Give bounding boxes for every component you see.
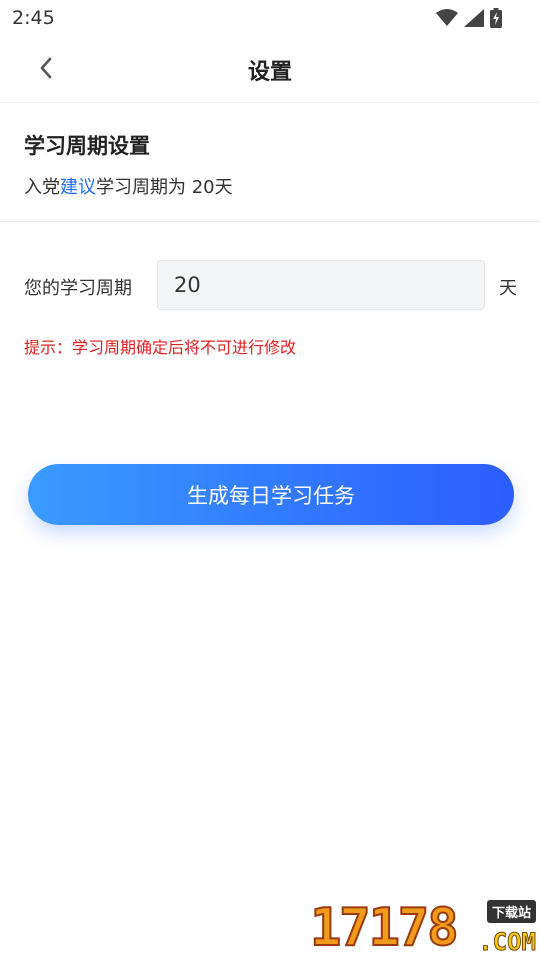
status-icons: [436, 8, 502, 32]
watermark-digits: 17178: [309, 897, 460, 959]
signal-icon: [464, 9, 484, 31]
battery-charging-icon: [490, 8, 502, 32]
desc-prefix: 入党: [24, 177, 60, 198]
suggestion-link[interactable]: 建议: [60, 177, 96, 198]
section-title: 学习周期设置: [24, 134, 150, 158]
status-time: 2:45: [12, 7, 55, 29]
intro-section: 学习周期设置 入党建议学习周期为 20天: [0, 103, 540, 222]
watermark-suffix: .COM: [478, 928, 537, 957]
hint-text: 提示：学习周期确定后将不可进行修改: [24, 338, 297, 357]
generate-tasks-button[interactable]: 生成每日学习任务: [28, 464, 514, 525]
wifi-icon: [436, 9, 458, 31]
period-unit: 天: [499, 278, 517, 299]
page-title: 设置: [247, 60, 292, 85]
site-watermark-logo: 17178 下载站 .COM: [309, 897, 537, 959]
desc-suffix: 学习周期为 20天: [96, 177, 233, 198]
period-label: 您的学习周期: [24, 278, 132, 299]
section-description: 入党建议学习周期为 20天: [24, 173, 233, 199]
status-bar: 2:45: [0, 0, 540, 36]
watermark-badge: 下载站: [486, 900, 536, 923]
top-nav-bar: 设置: [0, 36, 540, 103]
period-input[interactable]: [157, 260, 485, 310]
